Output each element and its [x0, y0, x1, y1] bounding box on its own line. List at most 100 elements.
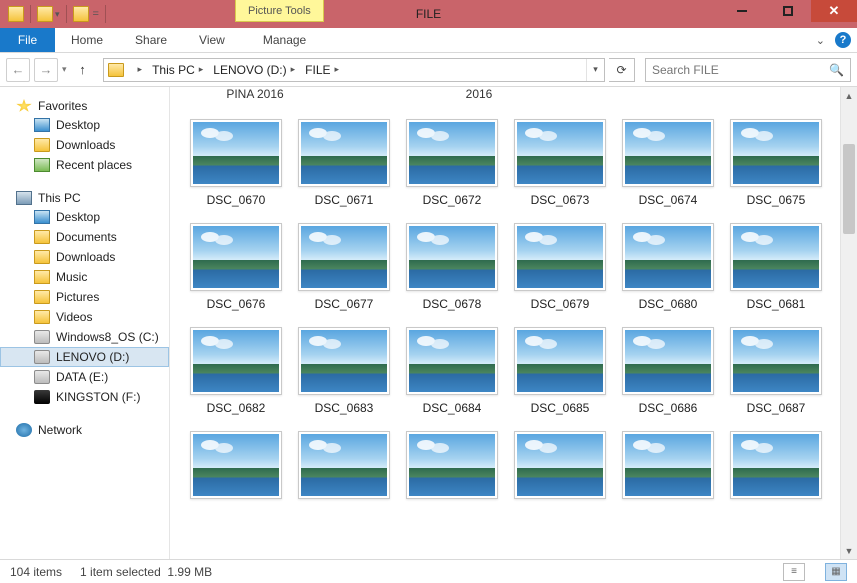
tab-home[interactable]: Home [55, 28, 119, 52]
tree-item-documents[interactable]: Documents [0, 227, 169, 247]
tree-item-music[interactable]: Music [0, 267, 169, 287]
file-thumbnail[interactable]: DSC_0687 [728, 327, 824, 415]
thumbnail-frame [406, 119, 498, 187]
file-thumbnail[interactable]: DSC_0681 [728, 223, 824, 311]
tab-share[interactable]: Share [119, 28, 183, 52]
thumbnail-frame [514, 327, 606, 395]
tree-item-drive-d[interactable]: LENOVO (D:) [0, 347, 169, 367]
file-tab[interactable]: File [0, 28, 55, 52]
file-thumbnail[interactable] [404, 431, 500, 499]
file-thumbnail[interactable] [296, 431, 392, 499]
file-thumbnail[interactable]: DSC_0676 [188, 223, 284, 311]
breadcrumb-segment[interactable]: LENOVO (D:)▸ [207, 59, 299, 81]
file-thumbnail[interactable]: DSC_0672 [404, 119, 500, 207]
breadcrumb-segment[interactable]: ▸ [128, 59, 147, 81]
breadcrumb-segment[interactable]: This PC▸ [146, 59, 207, 81]
file-thumbnail[interactable] [512, 431, 608, 499]
file-thumbnail[interactable]: DSC_0683 [296, 327, 392, 415]
expand-ribbon-icon[interactable]: ⌄ [816, 34, 825, 47]
thumbnail-frame [190, 431, 282, 499]
star-icon [16, 99, 32, 113]
file-thumbnail[interactable]: DSC_0673 [512, 119, 608, 207]
equals-icon[interactable]: = [93, 8, 99, 20]
breadcrumb-segment[interactable]: FILE▸ [299, 59, 343, 81]
search-input[interactable] [652, 63, 829, 77]
file-thumbnail[interactable]: DSC_0686 [620, 327, 716, 415]
chevron-down-icon[interactable]: ▾ [55, 9, 60, 20]
file-thumbnail[interactable] [620, 431, 716, 499]
tree-item-downloads[interactable]: Downloads [0, 247, 169, 267]
tree-item-drive-e[interactable]: DATA (E:) [0, 367, 169, 387]
context-tab-label: Picture Tools [235, 0, 324, 22]
help-icon[interactable]: ? [835, 32, 851, 48]
file-thumbnail[interactable]: DSC_0670 [188, 119, 284, 207]
file-name: DSC_0672 [423, 193, 482, 207]
tree-thispc-header[interactable]: This PC [0, 189, 169, 207]
thumbnails-view-button[interactable]: ▦ [825, 563, 847, 581]
tree-favorites-header[interactable]: Favorites [0, 97, 169, 115]
image-preview [409, 226, 495, 288]
file-name: DSC_0675 [747, 193, 806, 207]
file-thumbnail[interactable]: DSC_0679 [512, 223, 608, 311]
tree-item-desktop[interactable]: Desktop [0, 115, 169, 135]
file-thumbnail[interactable]: DSC_0674 [620, 119, 716, 207]
tree-network-header[interactable]: Network [0, 421, 169, 439]
details-view-button[interactable]: ≡ [783, 563, 805, 581]
file-thumbnail[interactable]: DSC_0675 [728, 119, 824, 207]
file-name: DSC_0684 [423, 401, 482, 415]
file-name: DSC_0687 [747, 401, 806, 415]
image-preview [409, 434, 495, 496]
search-box[interactable]: 🔍 [645, 58, 851, 82]
file-thumbnail[interactable]: DSC_0680 [620, 223, 716, 311]
address-dropdown-icon[interactable]: ▾ [586, 59, 604, 81]
folder-icon [34, 310, 50, 324]
tree-item-drive-c[interactable]: Windows8_OS (C:) [0, 327, 169, 347]
refresh-button[interactable]: ⟳ [609, 58, 635, 82]
tree-item-downloads[interactable]: Downloads [0, 135, 169, 155]
file-thumbnail[interactable] [188, 431, 284, 499]
desktop-icon [34, 210, 50, 224]
folder-icon[interactable] [37, 6, 53, 22]
file-thumbnail[interactable]: DSC_0677 [296, 223, 392, 311]
recent-icon [34, 158, 50, 172]
tree-item-recent[interactable]: Recent places [0, 155, 169, 175]
navigation-bar: ← → ▾ ↑ ▸ This PC▸ LENOVO (D:)▸ FILE▸ ▾ … [0, 53, 857, 87]
scroll-thumb[interactable] [843, 144, 855, 234]
file-thumbnail[interactable]: DSC_0682 [188, 327, 284, 415]
file-thumbnail[interactable]: DSC_0685 [512, 327, 608, 415]
tree-item-drive-f[interactable]: KINGSTON (F:) [0, 387, 169, 407]
forward-button[interactable]: → [34, 58, 58, 82]
scroll-down-icon[interactable]: ▼ [841, 542, 857, 559]
vertical-scrollbar[interactable]: ▲ ▼ [840, 87, 857, 559]
file-thumbnail[interactable] [728, 431, 824, 499]
close-button[interactable]: ✕ [811, 0, 857, 22]
tab-view[interactable]: View [183, 28, 241, 52]
thumbnail-frame [514, 223, 606, 291]
image-preview [409, 122, 495, 184]
tree-item-pictures[interactable]: Pictures [0, 287, 169, 307]
folder-label[interactable]: PINA 2016 [208, 87, 302, 101]
tree-item-videos[interactable]: Videos [0, 307, 169, 327]
tree-item-desktop[interactable]: Desktop [0, 207, 169, 227]
image-preview [301, 122, 387, 184]
folder-label[interactable]: 2016 [432, 87, 526, 101]
search-icon[interactable]: 🔍 [829, 63, 844, 77]
scroll-up-icon[interactable]: ▲ [841, 87, 857, 104]
tab-manage[interactable]: Manage [247, 28, 322, 52]
file-thumbnail[interactable]: DSC_0671 [296, 119, 392, 207]
maximize-button[interactable] [765, 0, 811, 22]
history-dropdown-icon[interactable]: ▾ [62, 64, 67, 75]
back-button[interactable]: ← [6, 58, 30, 82]
address-bar[interactable]: ▸ This PC▸ LENOVO (D:)▸ FILE▸ ▾ [103, 58, 605, 82]
thumbnail-frame [298, 119, 390, 187]
image-preview [625, 434, 711, 496]
file-thumbnail[interactable]: DSC_0684 [404, 327, 500, 415]
up-button[interactable]: ↑ [71, 58, 95, 82]
minimize-button[interactable] [719, 0, 765, 22]
content-area: PINA 2016 2016 DSC_0670DSC_0671 DSC_0672 D… [170, 87, 857, 559]
image-preview [409, 330, 495, 392]
file-name: DSC_0674 [639, 193, 698, 207]
folder-icon[interactable] [73, 6, 89, 22]
file-thumbnail[interactable]: DSC_0678 [404, 223, 500, 311]
navigation-pane: Favorites Desktop Downloads Recent place… [0, 87, 170, 559]
